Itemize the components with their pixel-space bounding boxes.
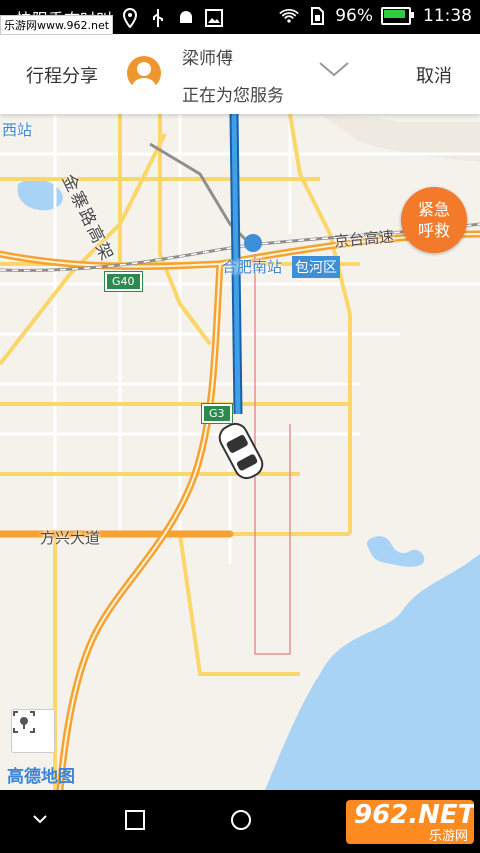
nav-home-icon[interactable]	[229, 808, 253, 836]
locate-icon	[13, 711, 35, 733]
usb-icon	[148, 8, 168, 28]
g40-shield: G40	[104, 271, 143, 292]
nav-collapse-icon[interactable]	[30, 808, 50, 836]
chevron-down-icon[interactable]	[318, 60, 350, 82]
battery-icon	[381, 7, 414, 25]
g3-shield: G3	[201, 403, 233, 424]
map-label-hefei-south-station: 合肥南站	[222, 234, 282, 277]
amap-logo: 高德地图	[7, 767, 75, 787]
driver-name: 梁师傅	[182, 49, 233, 69]
system-nav-bar: 962.NET 乐游网	[0, 790, 480, 853]
location-icon	[120, 8, 140, 28]
site-logo-watermark: 962.NET 乐游网	[346, 800, 474, 844]
sim-icon	[307, 6, 327, 26]
wifi-icon	[279, 6, 299, 26]
trip-header: 行程分享 梁师傅 正在为您服务 取消	[0, 34, 480, 114]
driver-avatar[interactable]	[127, 56, 161, 90]
nav-recents-icon[interactable]	[123, 808, 147, 836]
site-watermark: 乐游网www.962.net	[0, 15, 114, 35]
map-label-fangxing: 方兴大道	[40, 529, 101, 547]
android-icon	[176, 8, 196, 28]
emergency-call-button[interactable]: 紧急 呼救	[401, 187, 467, 253]
map-view[interactable]: 西站 金寨路高架 合肥南站 包河区 京台高速 方兴大道 G40 G3 紧急 呼救…	[0, 114, 480, 790]
trip-share-button[interactable]: 行程分享	[26, 62, 98, 88]
person-icon	[131, 62, 157, 90]
map-label-west-station: 西站	[2, 121, 33, 139]
map-label-baohe: 包河区	[292, 256, 340, 278]
locate-button[interactable]	[11, 709, 55, 753]
driver-status: 正在为您服务	[182, 86, 284, 106]
train-station-icon	[244, 234, 262, 252]
image-icon	[204, 8, 224, 28]
status-bar: 乐游网www.962.net 快限乘态时叫 96% 11:38	[0, 0, 480, 35]
clock: 11:38	[423, 6, 472, 26]
battery-percent: 96%	[335, 6, 373, 26]
cancel-button[interactable]: 取消	[416, 62, 452, 88]
